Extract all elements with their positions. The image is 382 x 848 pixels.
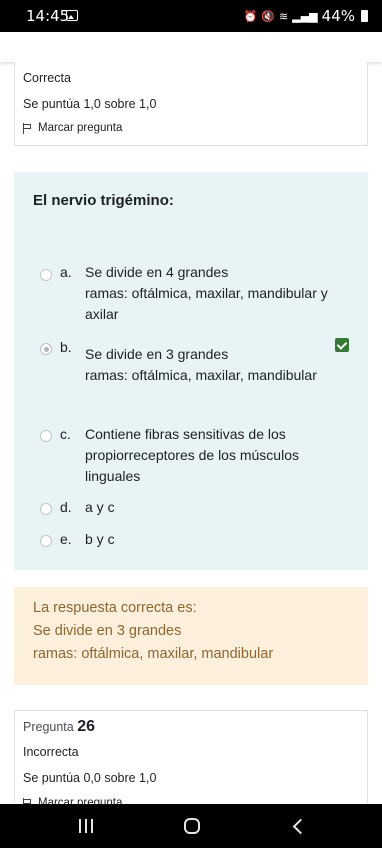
answer-text-line: a y c (85, 497, 115, 518)
status-time: 14:45 (26, 7, 69, 25)
answer-text-line: axilar (85, 304, 118, 325)
answer-text-line: Contiene fibras sensitivas de los (85, 424, 286, 445)
answer-text-line: b y c (85, 529, 115, 550)
recent-apps-icon[interactable] (79, 819, 93, 833)
home-icon[interactable] (184, 818, 200, 834)
answer-letter: c. (60, 426, 71, 442)
answer-radio-selected[interactable] (40, 343, 52, 355)
answer-text-line: Se divide en 3 grandes (85, 344, 228, 365)
status-bar: 14:45 ⏰ 🔇 ≋ ▂▄▆ 44% (0, 0, 382, 32)
answer-letter: d. (60, 499, 72, 515)
status-icons: ⏰ 🔇 ≋ ▂▄▆ 44% (244, 7, 368, 25)
right-answer-feedback: La respuesta correcta es: Se divide en 3… (14, 587, 368, 685)
answer-text-line: propiorreceptores de los músculos (85, 445, 299, 466)
answer-text-line: linguales (85, 466, 140, 487)
question-grade: Se puntúa 0,0 sobre 1,0 (23, 771, 156, 785)
question-grade: Se puntúa 1,0 sobre 1,0 (23, 97, 156, 111)
answer-letter: e. (60, 531, 72, 547)
question-state: Correcta (23, 71, 71, 85)
mute-icon: 🔇 (261, 10, 275, 23)
answer-text-line: ramas: oftálmica, maxilar, mandibular y (85, 283, 328, 304)
answer-letter: b. (60, 339, 72, 355)
flag-question-link[interactable]: Marcar pregunta (23, 122, 122, 134)
signal-icon: ▂▄▆ (292, 10, 317, 23)
question-content: El nervio trigémino: a. Se divide en 4 g… (14, 172, 368, 570)
correct-check-icon (335, 338, 349, 352)
feedback-answer-line: ramas: oftálmica, maxilar, mandibular (33, 646, 273, 662)
wifi-icon: ≋ (279, 10, 288, 23)
answer-radio[interactable] (40, 269, 52, 281)
back-icon[interactable] (293, 819, 309, 835)
answer-text-line: Se divide en 4 grandes (85, 262, 228, 283)
question-number: Pregunta 26 (23, 718, 95, 736)
image-icon (66, 10, 78, 21)
navigation-bar (0, 804, 382, 848)
flag-question-label: Marcar pregunta (38, 122, 122, 134)
answer-radio[interactable] (40, 503, 52, 515)
question-state: Incorrecta (23, 745, 79, 759)
answer-text-line: ramas: oftálmica, maxilar, mandibular (85, 365, 317, 386)
feedback-answer-line: Se divide en 3 grandes (33, 623, 181, 639)
feedback-heading: La respuesta correcta es: (33, 600, 197, 616)
previous-question-info: Correcta Se puntúa 1,0 sobre 1,0 Marcar … (14, 62, 368, 146)
answer-radio[interactable] (40, 430, 52, 442)
app-header (0, 32, 382, 62)
question-number-prefix: Pregunta (23, 720, 74, 734)
question-number-value: 26 (77, 718, 95, 735)
battery-icon (361, 10, 368, 22)
flag-icon (23, 123, 33, 134)
alarm-icon: ⏰ (244, 10, 258, 23)
answer-letter: a. (60, 264, 72, 280)
question-text: El nervio trigémino: (33, 192, 174, 209)
answer-radio[interactable] (40, 535, 52, 547)
battery-percent: 44% (322, 7, 355, 25)
